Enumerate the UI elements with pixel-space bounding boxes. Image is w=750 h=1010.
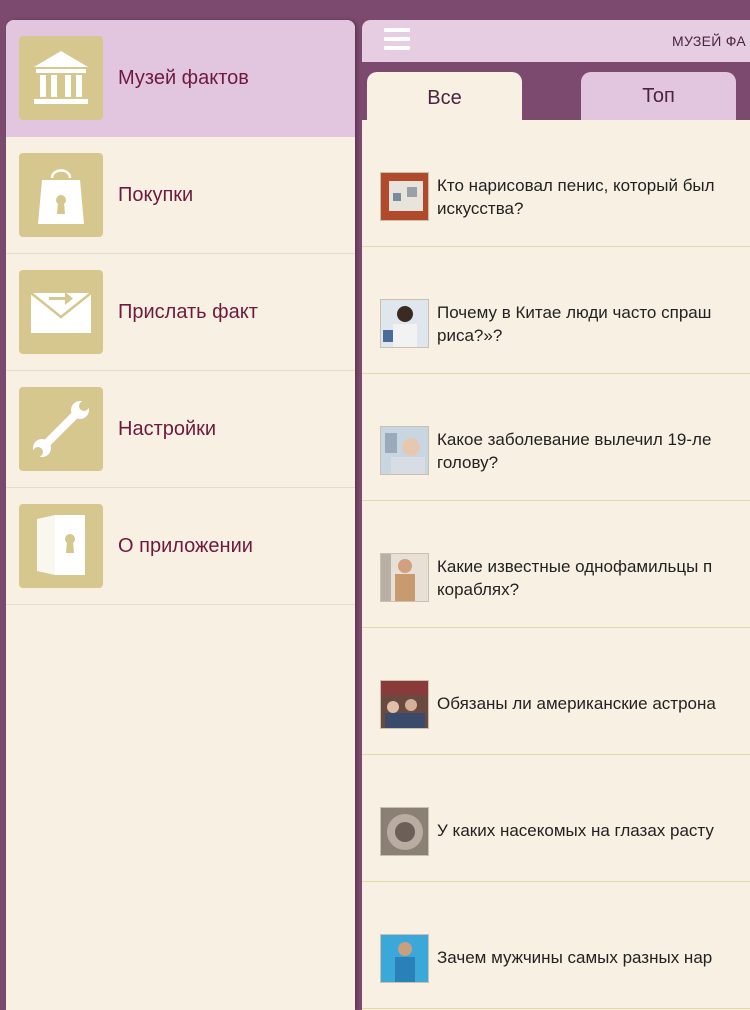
fact-thumbnail — [380, 299, 429, 348]
fact-thumbnail — [380, 680, 429, 729]
fact-thumbnail — [380, 807, 429, 856]
tab-label: Топ — [642, 84, 675, 107]
shopping-bag-icon — [19, 153, 103, 237]
top-bar: МУЗЕЙ ФА — [362, 20, 750, 62]
sidebar-item-label: Покупки — [118, 184, 194, 206]
fact-title: Кто нарисовал пенис, который был искусст… — [437, 176, 715, 218]
sidebar-item-purchases[interactable]: Покупки — [6, 137, 355, 254]
list-item[interactable]: Почему в Китае люди часто спраш риса?»? — [362, 247, 750, 374]
sidebar-item-label: О приложении — [118, 535, 253, 557]
tab-top[interactable]: Топ — [581, 72, 736, 120]
fact-title: Зачем мужчины самых разных нар — [437, 948, 713, 967]
sidebar: Музей фактов Покупки Прислать факт Настр… — [6, 20, 355, 1010]
fact-title: Почему в Китае люди часто спраш риса?»? — [437, 303, 712, 345]
fact-title: Какие известные однофамильцы п кораблях? — [437, 557, 713, 599]
page-title: МУЗЕЙ ФА — [672, 33, 747, 49]
main-panel: МУЗЕЙ ФА Все Топ Кто нарисовал пенис, ко… — [362, 20, 750, 1010]
fact-thumbnail — [380, 172, 429, 221]
hamburger-icon[interactable] — [384, 28, 410, 54]
sidebar-item-museum[interactable]: Музей фактов — [6, 20, 355, 137]
wrench-icon — [19, 387, 103, 471]
sidebar-item-label: Настройки — [118, 418, 217, 440]
fact-title: Обязаны ли американские астрона — [437, 694, 716, 713]
tab-label: Все — [427, 86, 462, 109]
book-icon — [19, 504, 103, 588]
fact-title: Какое заболевание вылечил 19-ле голову? — [437, 430, 712, 472]
list-item[interactable]: Какое заболевание вылечил 19-ле голову? — [362, 374, 750, 501]
sidebar-item-label: Прислать факт — [118, 301, 258, 323]
sidebar-item-send-fact[interactable]: Прислать факт — [6, 254, 355, 371]
fact-title: У каких насекомых на глазах расту — [437, 821, 714, 840]
sidebar-item-settings[interactable]: Настройки — [6, 371, 355, 488]
fact-thumbnail — [380, 553, 429, 602]
fact-thumbnail — [380, 426, 429, 475]
list-item[interactable]: Зачем мужчины самых разных нар — [362, 882, 750, 1009]
sidebar-item-about[interactable]: О приложении — [6, 488, 355, 605]
list-item[interactable]: Кто нарисовал пенис, который был искусст… — [362, 120, 750, 247]
fact-thumbnail — [380, 934, 429, 983]
list-item[interactable]: У каких насекомых на глазах расту — [362, 755, 750, 882]
facts-list: Кто нарисовал пенис, который был искусст… — [362, 120, 750, 1010]
envelope-icon — [19, 270, 103, 354]
list-item[interactable]: Какие известные однофамильцы п кораблях? — [362, 501, 750, 628]
tab-all[interactable]: Все — [367, 72, 522, 124]
sidebar-item-label: Музей фактов — [118, 67, 249, 89]
list-item[interactable]: Обязаны ли американские астрона — [362, 628, 750, 755]
museum-icon — [19, 36, 103, 120]
